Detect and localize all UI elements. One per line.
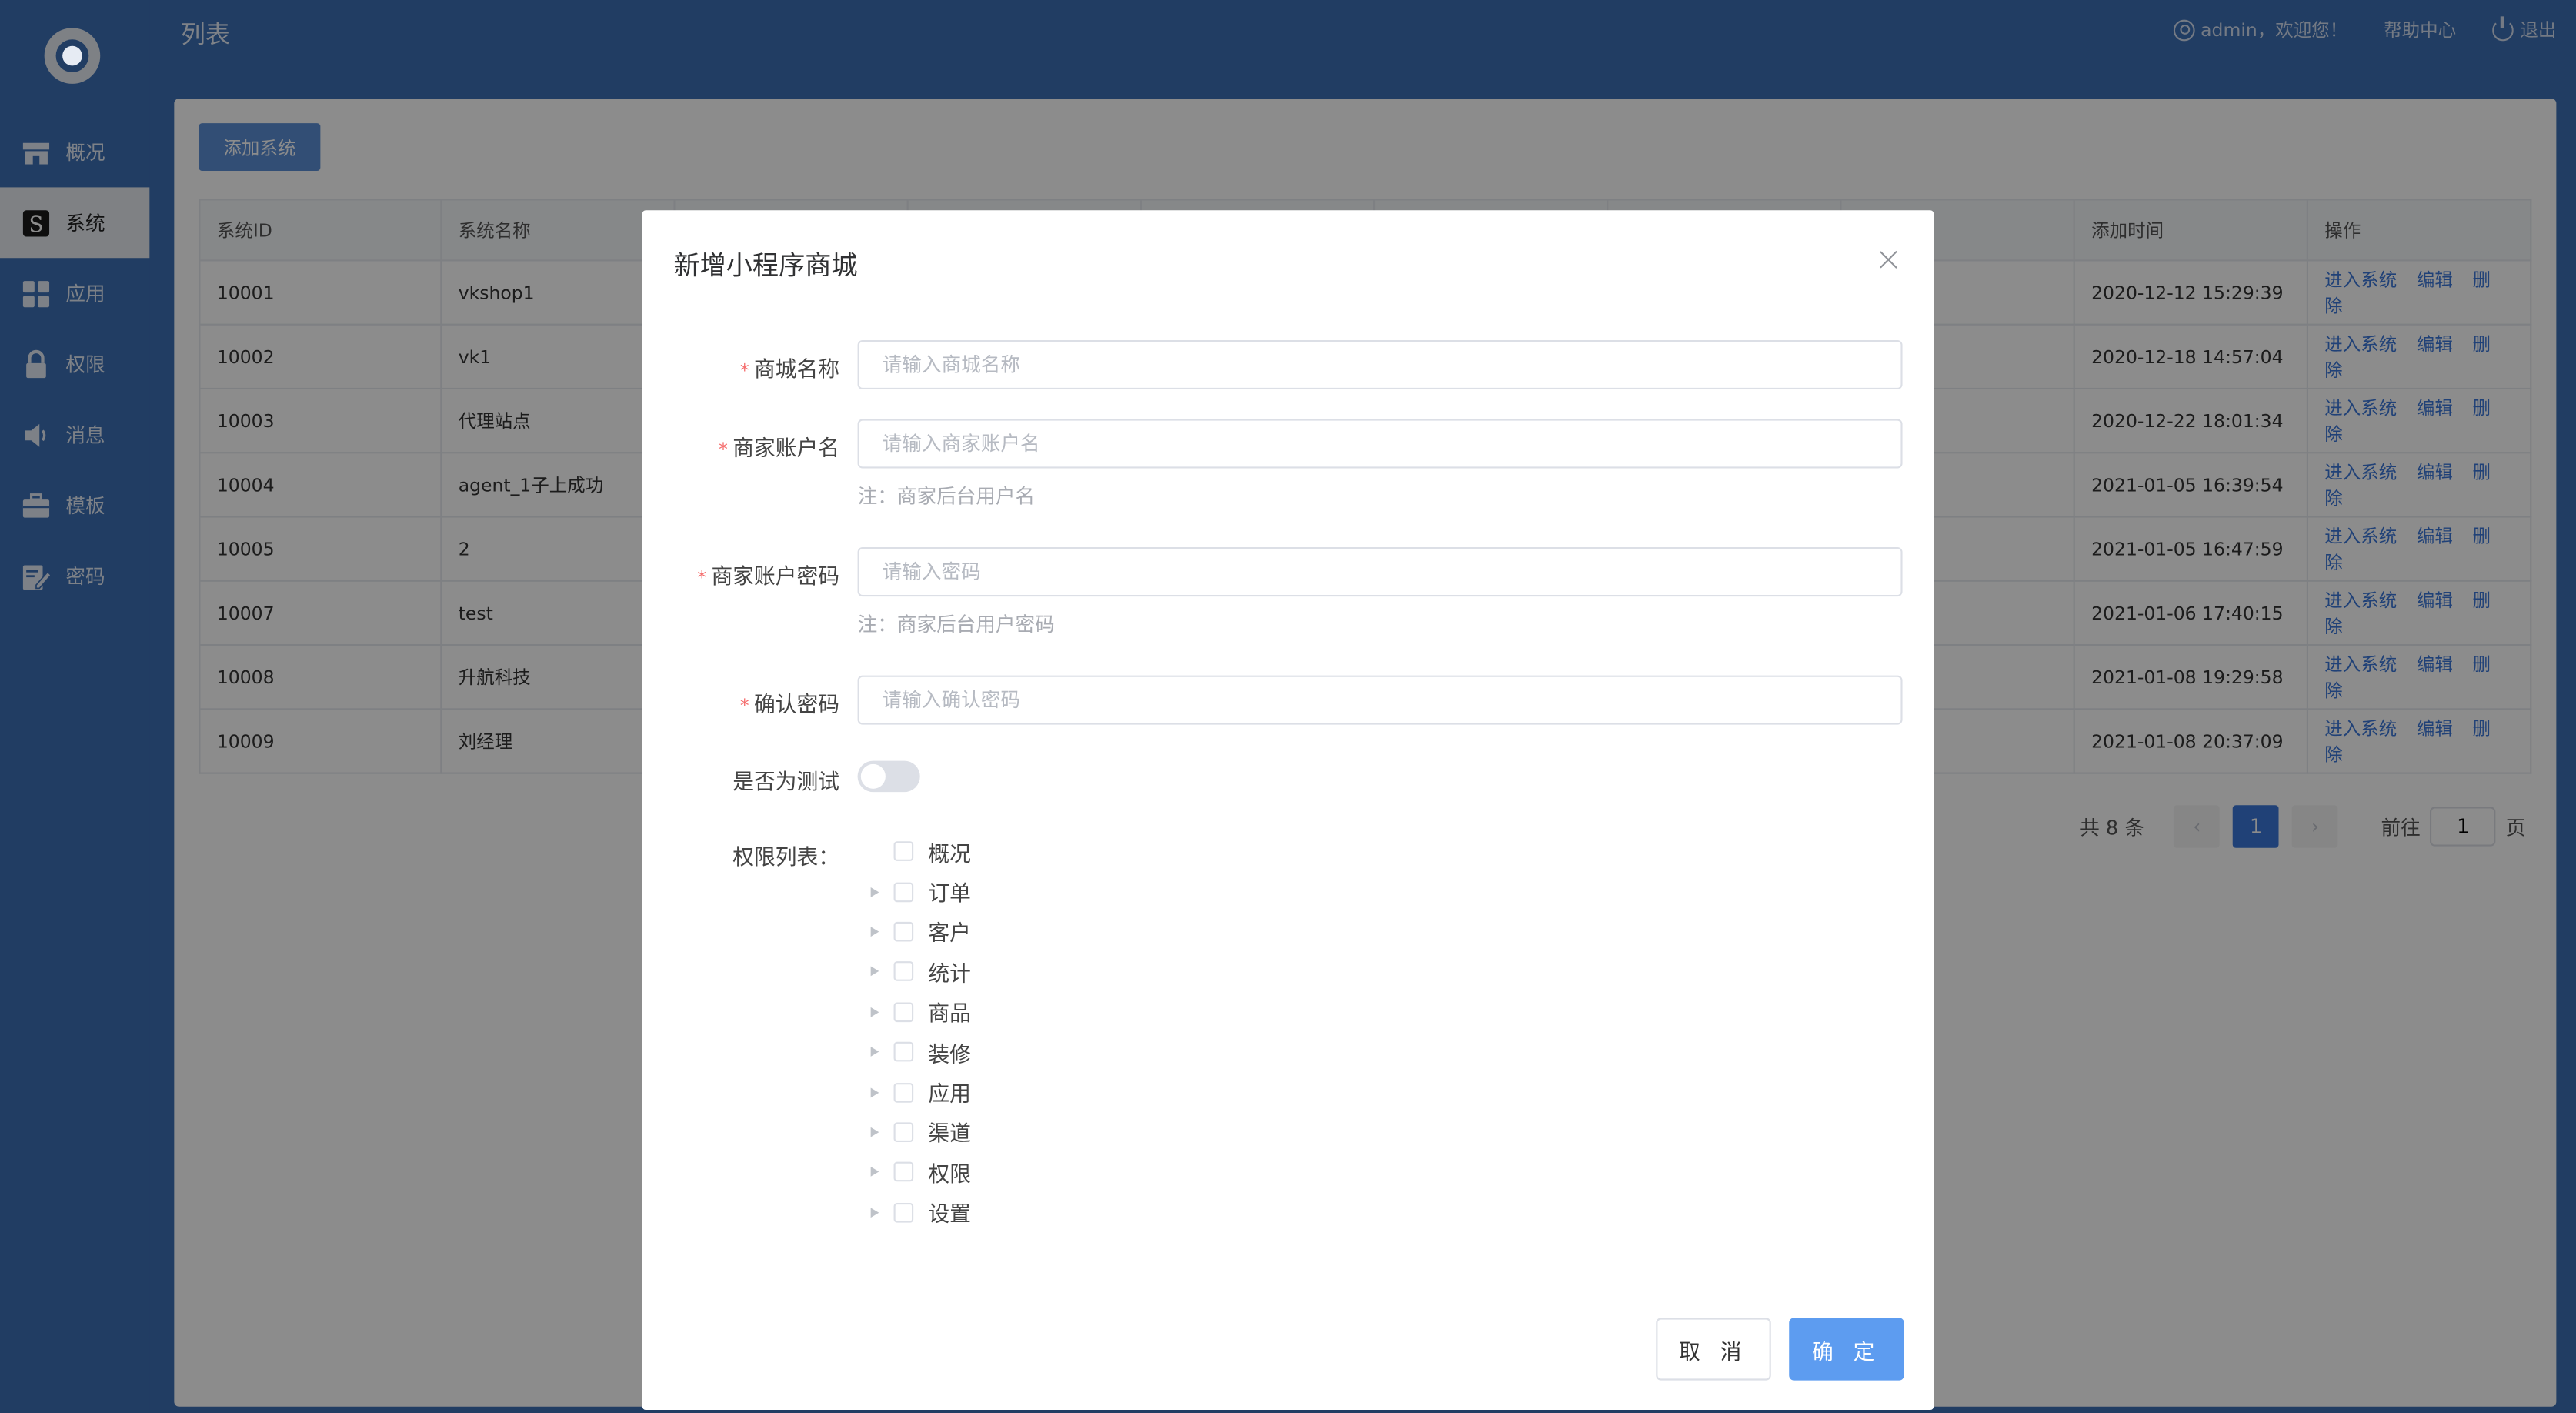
permission-label: 客户 xyxy=(928,922,971,947)
permission-tree-node: 客户 xyxy=(867,912,971,952)
account-input[interactable] xyxy=(857,419,1903,469)
permission-tree-node: 概况 xyxy=(867,831,971,871)
confirm-button[interactable]: 确 定 xyxy=(1789,1318,1904,1381)
account-note: 注：商家后台用户名 xyxy=(857,484,1036,508)
permission-label: 商品 xyxy=(928,1003,971,1028)
permission-checkbox[interactable] xyxy=(893,1042,914,1062)
permission-checkbox[interactable] xyxy=(893,1082,914,1102)
account-label: * 商家账户名 xyxy=(642,430,839,462)
permissions-label: 权限列表： xyxy=(732,846,840,871)
dialog-title: 新增小程序商城 xyxy=(673,249,858,282)
permission-tree-node: 订单 xyxy=(867,871,971,911)
permission-tree-node: 渠道 xyxy=(867,1112,971,1152)
permission-tree-node: 应用 xyxy=(867,1072,971,1112)
mall-name-label: * 商城名称 xyxy=(642,352,840,383)
expand-caret-icon[interactable] xyxy=(870,1167,879,1178)
expand-caret-icon[interactable] xyxy=(870,1087,879,1097)
permission-tree-node: 统计 xyxy=(867,952,971,992)
password-label: * 商家账户密码 xyxy=(642,559,839,590)
required-mark: * xyxy=(697,566,707,589)
is-test-label: 是否为测试 xyxy=(732,770,840,796)
required-mark: * xyxy=(719,439,728,460)
expand-caret-icon[interactable] xyxy=(870,1207,879,1218)
app-frame: 概况 S 系统 应用 权限 消息 模板 密码 列表 admin，欢迎您！ 帮助中… xyxy=(0,0,2576,1413)
permission-checkbox[interactable] xyxy=(893,841,914,862)
permission-checkbox[interactable] xyxy=(893,961,914,982)
close-icon[interactable] xyxy=(1878,248,1901,271)
permission-checkbox[interactable] xyxy=(893,921,914,942)
expand-caret-icon[interactable] xyxy=(870,1127,879,1137)
permission-tree-node: 商品 xyxy=(867,992,971,1032)
expand-caret-icon[interactable] xyxy=(870,887,879,897)
is-test-toggle[interactable] xyxy=(857,760,920,793)
permission-label: 设置 xyxy=(928,1203,971,1228)
account-label-text: 商家账户名 xyxy=(732,436,840,462)
permission-label: 权限 xyxy=(928,1163,971,1188)
cancel-button[interactable]: 取 消 xyxy=(1656,1318,1771,1381)
permission-checkbox[interactable] xyxy=(893,1202,914,1222)
permission-label: 应用 xyxy=(928,1083,971,1108)
permission-label: 概况 xyxy=(928,842,971,867)
permission-label: 统计 xyxy=(928,962,971,987)
permission-tree-node: 装修 xyxy=(867,1032,971,1072)
permission-checkbox[interactable] xyxy=(893,881,914,902)
expand-caret-icon[interactable] xyxy=(870,1007,879,1017)
permission-checkbox[interactable] xyxy=(893,1162,914,1182)
required-mark: * xyxy=(739,359,749,382)
permissions-tree: 概况订单客户统计商品装修应用渠道权限设置 xyxy=(867,831,971,1232)
mall-name-label-text: 商城名称 xyxy=(754,358,840,383)
permission-label: 订单 xyxy=(928,882,971,907)
expand-caret-icon[interactable] xyxy=(870,1047,879,1057)
permission-label: 装修 xyxy=(928,1043,971,1068)
expand-caret-icon[interactable] xyxy=(870,967,879,977)
confirm-password-label: * 确认密码 xyxy=(642,687,840,719)
permission-tree-node: 权限 xyxy=(867,1152,971,1192)
permission-tree-node: 设置 xyxy=(867,1192,971,1232)
password-label-text: 商家账户密码 xyxy=(711,565,840,590)
permission-label: 渠道 xyxy=(928,1123,971,1148)
permission-checkbox[interactable] xyxy=(893,1001,914,1022)
confirm-password-input[interactable] xyxy=(857,675,1903,725)
password-input[interactable] xyxy=(857,547,1903,597)
confirm-label-text: 确认密码 xyxy=(754,693,840,719)
permission-checkbox[interactable] xyxy=(893,1122,914,1142)
mall-name-input[interactable] xyxy=(857,339,1903,390)
new-mall-dialog: 新增小程序商城 *商城名称 *商家账户名 注：商家后台用户名 *商家账户密码 注… xyxy=(642,210,1934,1411)
required-mark: * xyxy=(739,695,749,717)
expand-caret-icon[interactable] xyxy=(870,927,879,937)
password-note: 注：商家后台用户密码 xyxy=(857,613,1055,636)
